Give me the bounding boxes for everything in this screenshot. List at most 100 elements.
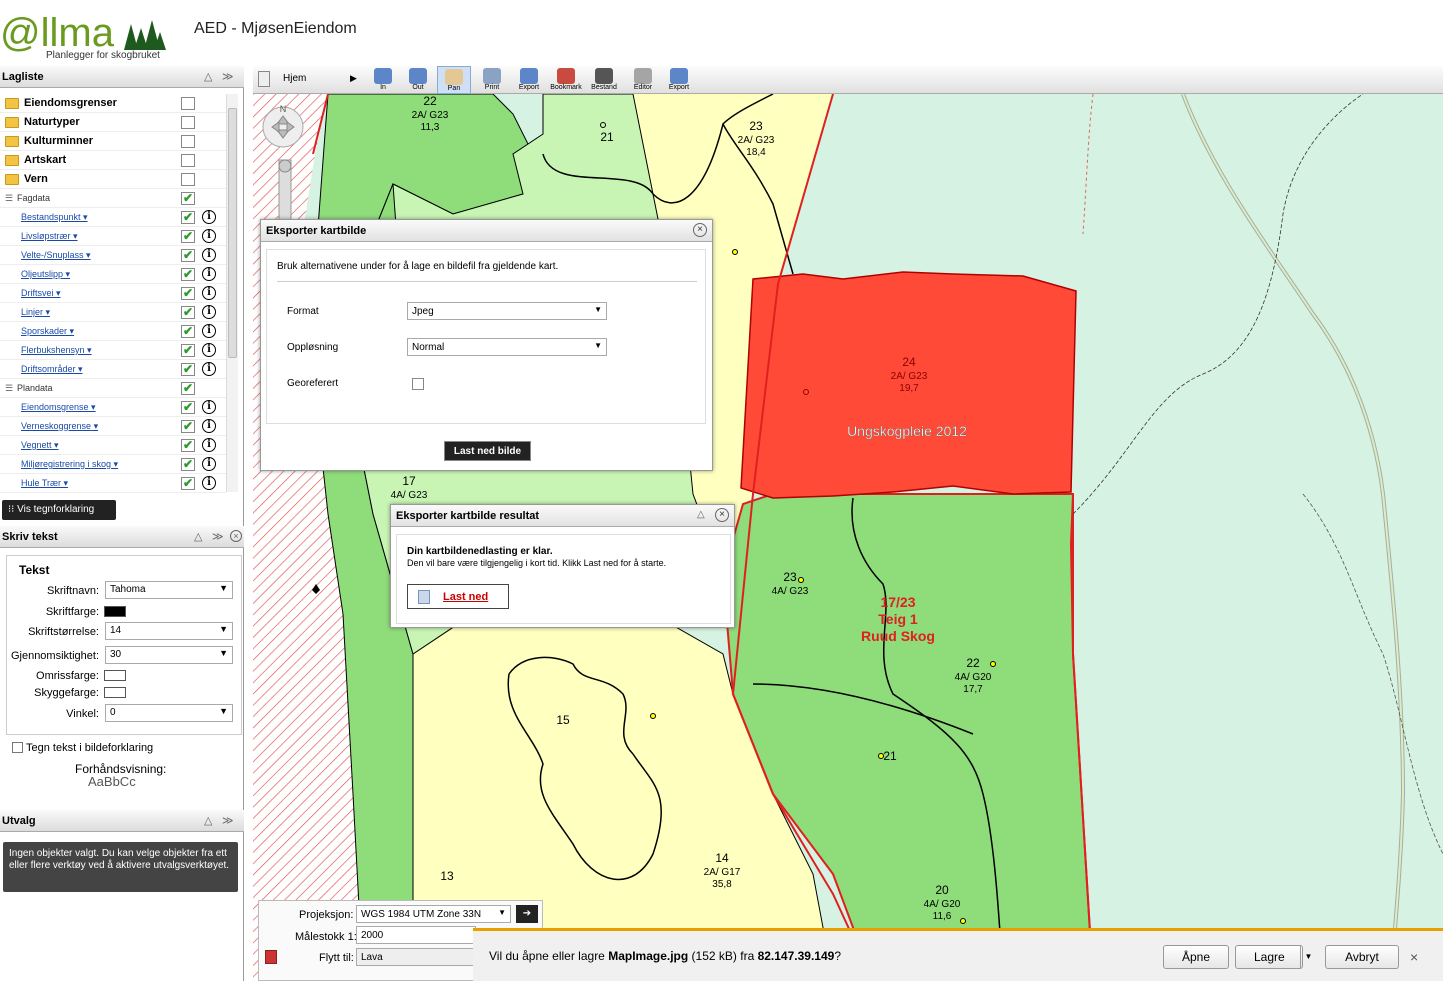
- layer-item-label[interactable]: Velte-/Snuplass ▾: [21, 250, 91, 261]
- info-icon[interactable]: i: [202, 267, 216, 281]
- layer-item-label[interactable]: Hule Trær ▾: [21, 478, 68, 489]
- download-link[interactable]: Last ned: [443, 591, 488, 603]
- info-icon[interactable]: i: [202, 210, 216, 224]
- layer-item-label[interactable]: Miljøregistrering i skog ▾: [21, 459, 118, 470]
- layer-checkbox[interactable]: ✔: [181, 192, 195, 205]
- legend-text-checkbox[interactable]: [12, 742, 23, 753]
- layer-item-row[interactable]: Velte-/Snuplass ▾ ✔ i: [0, 246, 226, 265]
- layer-group-row[interactable]: Naturtyper: [0, 113, 226, 132]
- layer-checkbox[interactable]: [181, 97, 195, 110]
- layer-checkbox[interactable]: [181, 173, 195, 186]
- outline-color-swatch[interactable]: [104, 670, 126, 681]
- layer-checkbox[interactable]: [181, 135, 195, 148]
- layer-item-label[interactable]: Sporskader ▾: [21, 326, 74, 337]
- layer-item-row[interactable]: Verneskoggrense ▾ ✔ i: [0, 417, 226, 436]
- layer-item-label[interactable]: Linjer ▾: [21, 307, 50, 318]
- layer-item-row[interactable]: Livsløpstrær ▾ ✔ i: [0, 227, 226, 246]
- tool-print-button[interactable]: Print: [475, 66, 509, 94]
- layer-group-row[interactable]: Artskart: [0, 151, 226, 170]
- layer-checkbox[interactable]: ✔: [181, 439, 195, 452]
- info-icon[interactable]: i: [202, 305, 216, 319]
- layer-item-row[interactable]: Linjer ▾ ✔ i: [0, 303, 226, 322]
- transparency-select[interactable]: 30 ▼: [105, 646, 233, 664]
- font-size-select[interactable]: 14 ▼: [105, 622, 233, 640]
- tool-bookmark-button[interactable]: Bookmark: [549, 66, 583, 94]
- layer-item-row[interactable]: Hule Trær ▾ ✔ i: [0, 474, 226, 493]
- pdf-icon[interactable]: [265, 950, 277, 964]
- apply-projection-button[interactable]: ➔: [516, 905, 538, 923]
- tool-bestand-button[interactable]: Bestand: [587, 66, 621, 94]
- info-icon[interactable]: i: [202, 362, 216, 376]
- collapse-icon[interactable]: △: [204, 814, 212, 827]
- layer-section-fagdata[interactable]: ☰ Fagdata ✔: [0, 189, 226, 208]
- layer-checkbox[interactable]: [181, 154, 195, 167]
- layer-checkbox[interactable]: ✔: [181, 325, 195, 338]
- layer-item-row[interactable]: Bestandspunkt ▾ ✔ i: [0, 208, 226, 227]
- angle-select[interactable]: 0 ▼: [105, 704, 233, 722]
- cancel-button[interactable]: Avbryt: [1325, 945, 1399, 969]
- layer-checkbox[interactable]: ✔: [181, 420, 195, 433]
- layer-group-row[interactable]: Kulturminner: [0, 132, 226, 151]
- georef-checkbox[interactable]: [412, 378, 424, 390]
- collapse-icon[interactable]: △: [204, 70, 212, 83]
- download-link-button[interactable]: Last ned: [407, 584, 509, 609]
- tool-in-button[interactable]: In: [366, 66, 400, 94]
- layer-checkbox[interactable]: ✔: [181, 268, 195, 281]
- layer-item-label[interactable]: Oljeutslipp ▾: [21, 269, 70, 280]
- close-icon[interactable]: ×: [693, 223, 707, 237]
- tool-export-button[interactable]: Export: [512, 66, 546, 94]
- close-icon[interactable]: ×: [1410, 949, 1418, 965]
- layer-checkbox[interactable]: ✔: [181, 363, 195, 376]
- layer-item-row[interactable]: Oljeutslipp ▾ ✔ i: [0, 265, 226, 284]
- layer-item-label[interactable]: Bestandspunkt ▾: [21, 212, 88, 223]
- layer-item-row[interactable]: Eiendomsgrense ▾ ✔ i: [0, 398, 226, 417]
- layer-item-label[interactable]: Driftsområder ▾: [21, 364, 83, 375]
- layer-list-scrollbar[interactable]: [226, 94, 238, 492]
- font-name-select[interactable]: Tahoma ▼: [105, 581, 233, 599]
- home-button[interactable]: Hjem: [283, 73, 306, 84]
- map-view[interactable]: N 22 2A/ G23 11,3 21 23 2A/ G23 18,4 24 2A/ G23 1…: [253, 94, 1443, 981]
- layer-item-label[interactable]: Vegnett ▾: [21, 440, 59, 451]
- layer-item-row[interactable]: Sporskader ▾ ✔ i: [0, 322, 226, 341]
- tool-editor-button[interactable]: Editor: [626, 66, 660, 94]
- layer-group-row[interactable]: Eiendomsgrenser: [0, 94, 226, 113]
- tool-out-button[interactable]: Out: [401, 66, 435, 94]
- close-icon[interactable]: ×: [230, 530, 242, 542]
- layer-item-label[interactable]: Driftsvei ▾: [21, 288, 61, 299]
- layer-checkbox[interactable]: [181, 116, 195, 129]
- info-icon[interactable]: i: [202, 229, 216, 243]
- expand-right-icon[interactable]: ≫: [222, 814, 234, 827]
- tool-pan-button[interactable]: Pan: [437, 66, 471, 94]
- font-color-swatch[interactable]: [104, 606, 126, 617]
- layer-group-row[interactable]: Vern: [0, 170, 226, 189]
- info-icon[interactable]: i: [202, 343, 216, 357]
- layer-item-row[interactable]: Vegnett ▾ ✔ i: [0, 436, 226, 455]
- info-icon[interactable]: i: [202, 248, 216, 262]
- layer-item-row[interactable]: Flerbukshensyn ▾ ✔ i: [0, 341, 226, 360]
- expand-right-icon[interactable]: ≫: [212, 530, 224, 543]
- info-icon[interactable]: i: [202, 476, 216, 490]
- close-icon[interactable]: ×: [715, 508, 729, 522]
- info-icon[interactable]: i: [202, 286, 216, 300]
- layer-checkbox[interactable]: ✔: [181, 249, 195, 262]
- format-select[interactable]: Jpeg ▼: [407, 302, 607, 320]
- layer-item-row[interactable]: Driftsområder ▾ ✔ i: [0, 360, 226, 379]
- scale-input[interactable]: 2000: [356, 926, 476, 944]
- save-button[interactable]: Lagre ▼: [1235, 945, 1312, 969]
- info-icon[interactable]: i: [202, 324, 216, 338]
- layer-checkbox[interactable]: ✔: [181, 230, 195, 243]
- layer-item-label[interactable]: Livsløpstrær ▾: [21, 231, 78, 242]
- layer-item-row[interactable]: Driftsvei ▾ ✔ i: [0, 284, 226, 303]
- expand-right-icon[interactable]: ≫: [222, 70, 234, 83]
- show-legend-button[interactable]: ⁝⁝ Vis tegnforklaring: [2, 500, 116, 520]
- info-icon[interactable]: i: [202, 400, 216, 414]
- collapse-icon[interactable]: △: [697, 509, 705, 520]
- layer-checkbox[interactable]: ✔: [181, 401, 195, 414]
- info-icon[interactable]: i: [202, 457, 216, 471]
- shadow-color-swatch[interactable]: [104, 687, 126, 698]
- collapse-icon[interactable]: △: [194, 530, 202, 543]
- layer-section-plandata[interactable]: ☰ Plandata ✔: [0, 379, 226, 398]
- layer-checkbox[interactable]: ✔: [181, 211, 195, 224]
- layer-checkbox[interactable]: ✔: [181, 287, 195, 300]
- layer-item-label[interactable]: Eiendomsgrense ▾: [21, 402, 96, 413]
